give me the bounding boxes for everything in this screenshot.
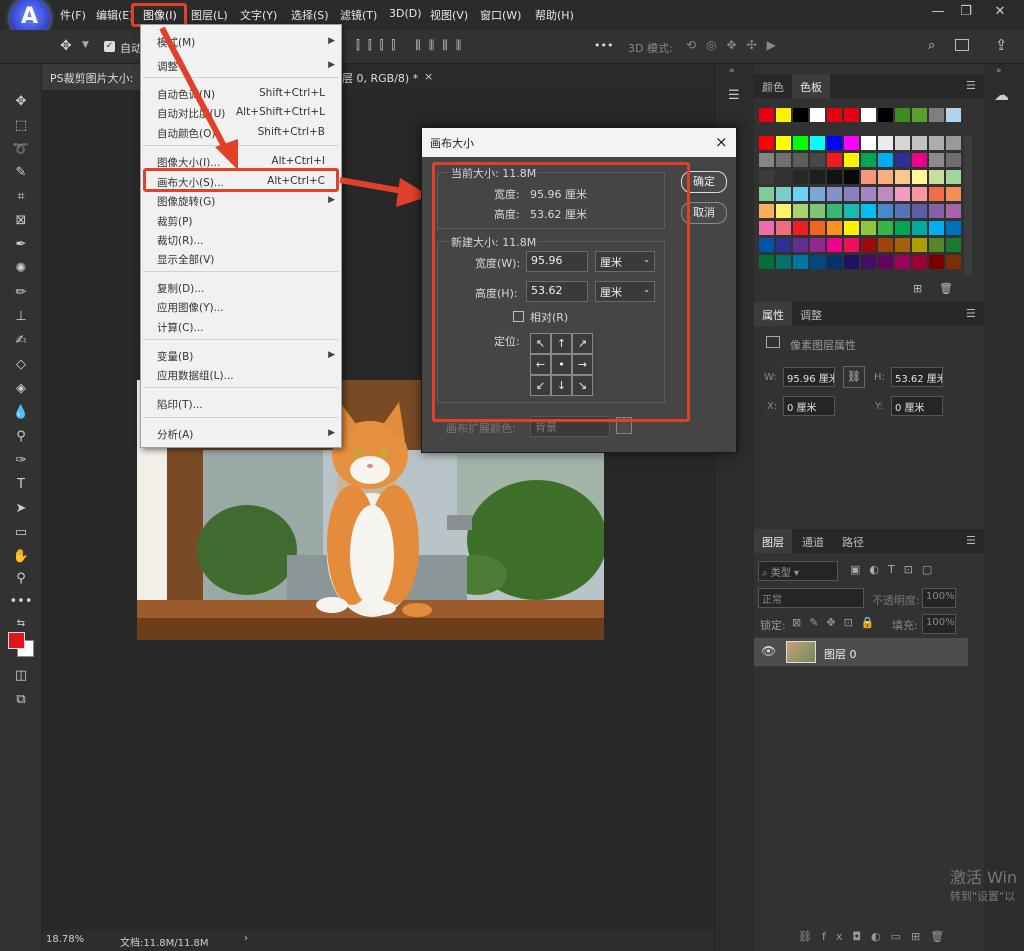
ext-color-label: 画布扩展颜色:	[446, 422, 516, 435]
activation-watermark-line2: 转到"设置"以	[950, 890, 1016, 903]
dialog-close-icon[interactable]: ×	[715, 133, 728, 151]
arrow-right-line	[339, 177, 409, 195]
arrow-down-head	[215, 139, 238, 170]
ext-color-value: 背景	[535, 421, 557, 434]
dialog-titlebar[interactable]: 画布大小 ×	[422, 128, 736, 157]
activation-watermark-line1: 激活 Win	[950, 868, 1018, 887]
dialog-title: 画布大小	[430, 137, 474, 150]
dialog-highlight	[432, 162, 690, 422]
arrow-down-line	[159, 26, 229, 152]
